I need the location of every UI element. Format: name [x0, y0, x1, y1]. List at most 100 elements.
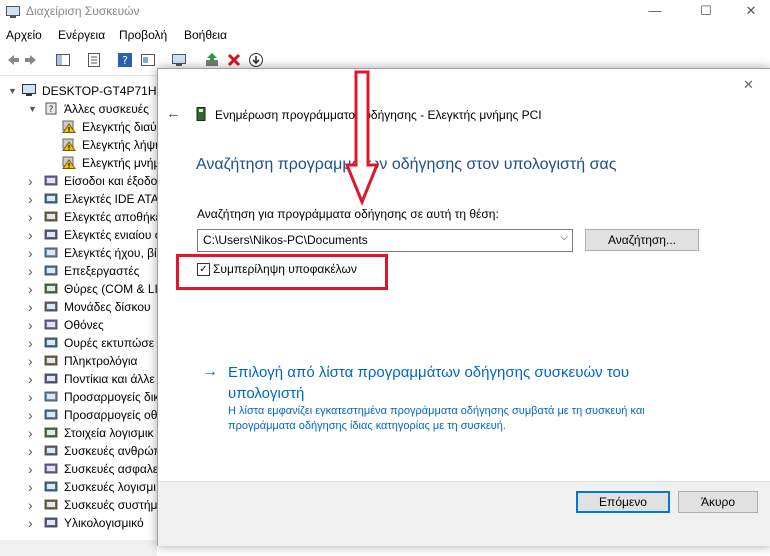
expand-chevron-icon[interactable]: › [28, 280, 38, 298]
tree-item[interactable]: › Συσκευές ανθρώπ [0, 442, 157, 460]
help-icon[interactable]: ? [117, 52, 133, 68]
title-bar: Διαχείριση Συσκευών — ☐ ✕ [0, 0, 770, 24]
tree-item-label: Επεξεργαστές [64, 264, 140, 278]
expand-chevron-icon[interactable]: › [28, 352, 38, 370]
tree-item[interactable]: ▼? Άλλες συσκευές [0, 100, 157, 118]
menu-bar: Αρχείο Ενέργεια Προβολή Βοήθεια [0, 24, 770, 46]
display-adapter-icon [44, 409, 58, 420]
show-hide-tree-icon[interactable] [55, 52, 71, 68]
tree-item-label: Άλλες συσκευές [64, 102, 149, 116]
ide-controller-icon [44, 193, 58, 204]
tree-item[interactable]: › Ουρές εκτυπώσε [0, 334, 157, 352]
forward-icon[interactable] [24, 52, 40, 68]
tree-item[interactable]: › Συσκευές ασφαλε [0, 460, 157, 478]
expand-chevron-icon[interactable]: › [28, 424, 38, 442]
expand-chevron-icon[interactable]: › [28, 172, 38, 190]
update-driver-dialog: ✕ ← Ενημέρωση προγράμματος οδήγησης - Ελ… [157, 68, 770, 546]
tree-item[interactable]: › Οθόνες [0, 316, 157, 334]
tree-item[interactable]: › Μονάδες δίσκου [0, 298, 157, 316]
expand-chevron-icon[interactable]: › [28, 406, 38, 424]
dialog-back-button[interactable]: ← [166, 105, 181, 122]
tree-root[interactable]: ▼ DESKTOP-GT4P71H [0, 82, 157, 100]
expand-chevron-icon[interactable]: › [28, 208, 38, 226]
pick-from-list-link-cont[interactable]: υπολογιστή [228, 385, 304, 402]
tree-item-label: Προσαρμογείς οθ [64, 408, 157, 422]
expand-chevron-icon[interactable]: › [28, 316, 38, 334]
tree-item[interactable]: › Συσκευές λογισμι [0, 478, 157, 496]
update-driver-icon[interactable] [204, 52, 220, 68]
expand-chevron-icon[interactable]: › [28, 496, 38, 514]
minimize-button[interactable]: — [632, 0, 678, 24]
scan-hardware-icon[interactable] [171, 52, 187, 68]
expand-chevron-icon[interactable]: › [28, 244, 38, 262]
view-icon[interactable] [140, 52, 156, 68]
monitor-icon [44, 319, 58, 330]
port-icon [44, 283, 58, 294]
tree-item[interactable]: › Ελεγκτές ήχου, βί [0, 244, 157, 262]
processor-icon [44, 265, 58, 276]
expand-chevron-icon[interactable]: › [28, 262, 38, 280]
maximize-button[interactable]: ☐ [683, 0, 729, 24]
tree-item[interactable]: › Στοιχεία λογισμικ [0, 424, 157, 442]
tree-item[interactable]: › Είσοδοι και έξοδο [0, 172, 157, 190]
tree-item[interactable]: › Ελεγκτές αποθήκε [0, 208, 157, 226]
tree-item[interactable]: › Προσαρμογείς οθ [0, 406, 157, 424]
pick-from-list-link[interactable]: Επιλογή από λίστα προγραμμάτων οδήγησης … [228, 364, 629, 381]
tree-item[interactable]: › Πληκτρολόγια [0, 352, 157, 370]
chevron-down-icon[interactable]: ⌵ [560, 232, 568, 243]
cancel-button[interactable]: Άκυρο [678, 491, 758, 513]
tree-item[interactable]: Ελεγκτής διαύ [0, 118, 157, 136]
tree-item[interactable]: › Επεξεργαστές [0, 262, 157, 280]
tree-item-label: Πληκτρολόγια [64, 354, 138, 368]
computer-icon [22, 84, 36, 96]
expand-chevron-icon[interactable]: › [28, 442, 38, 460]
tree-item[interactable]: Ελεγκτής μνήμ [0, 154, 157, 172]
browse-button[interactable]: Αναζήτηση... [585, 229, 699, 251]
expand-chevron-icon[interactable]: › [28, 460, 38, 478]
tree-item-label: Ποντίκια και άλλε [64, 372, 155, 386]
expand-chevron-icon[interactable]: › [28, 478, 38, 496]
path-combobox[interactable]: C:\Users\Nikos-PC\Documents ⌵ [197, 229, 573, 252]
expand-chevron-icon[interactable]: › [28, 298, 38, 316]
path-value: C:\Users\Nikos-PC\Documents [203, 233, 368, 247]
close-window-button[interactable]: ✕ [728, 0, 770, 24]
menu-file[interactable]: Αρχείο [6, 28, 42, 42]
tree-item[interactable]: › Προσαρμογείς δικ [0, 388, 157, 406]
expand-chevron-icon[interactable]: › [28, 370, 38, 388]
menu-help[interactable]: Βοήθεια [184, 28, 227, 42]
next-button[interactable]: Επόμενο [576, 491, 670, 513]
collapse-chevron-icon[interactable]: ▼ [8, 82, 18, 100]
expand-chevron-icon[interactable]: › [28, 226, 38, 244]
disable-icon[interactable] [248, 52, 264, 68]
dialog-close-button[interactable]: ✕ [743, 77, 754, 93]
tree-item[interactable]: Ελεγκτής λήψη [0, 136, 157, 154]
tree-item-label: Ελεγκτές IDE ATA/ [64, 192, 157, 206]
tree-item-label: Συσκευές ασφαλε [64, 462, 157, 476]
software-device-icon [44, 481, 58, 492]
properties-icon[interactable] [86, 52, 102, 68]
expand-chevron-icon[interactable]: › [28, 334, 38, 352]
tree-item[interactable]: › Συσκευές συστήμ [0, 496, 157, 514]
firmware-icon [44, 517, 58, 528]
tree-root-label: DESKTOP-GT4P71H [42, 84, 157, 98]
mouse-icon [44, 373, 58, 384]
tree-item[interactable]: › Ελεγκτές IDE ATA/ [0, 190, 157, 208]
collapse-chevron-icon[interactable]: ▼ [28, 100, 38, 118]
tree-item[interactable]: › Ποντίκια και άλλε [0, 370, 157, 388]
tree-item[interactable]: › Υλικολογισμικό [0, 514, 157, 532]
annotation-arrow [344, 70, 380, 205]
back-icon[interactable] [4, 52, 20, 68]
expand-chevron-icon[interactable]: › [28, 388, 38, 406]
link-arrow-icon: → [202, 363, 218, 380]
sound-controller-icon [44, 247, 58, 258]
tree-item[interactable]: › Ελεγκτές ενιαίου ο [0, 226, 157, 244]
tree-item[interactable]: › Θύρες (COM & LI [0, 280, 157, 298]
menu-view[interactable]: Προβολή [119, 28, 167, 42]
menu-action[interactable]: Ενέργεια [58, 28, 105, 42]
uninstall-icon[interactable] [226, 52, 242, 68]
horizontal-scrollbar[interactable] [0, 540, 157, 556]
usb-controller-icon [44, 229, 58, 240]
security-device-icon [44, 463, 58, 474]
expand-chevron-icon[interactable]: › [28, 190, 38, 208]
expand-chevron-icon[interactable]: › [28, 514, 38, 532]
